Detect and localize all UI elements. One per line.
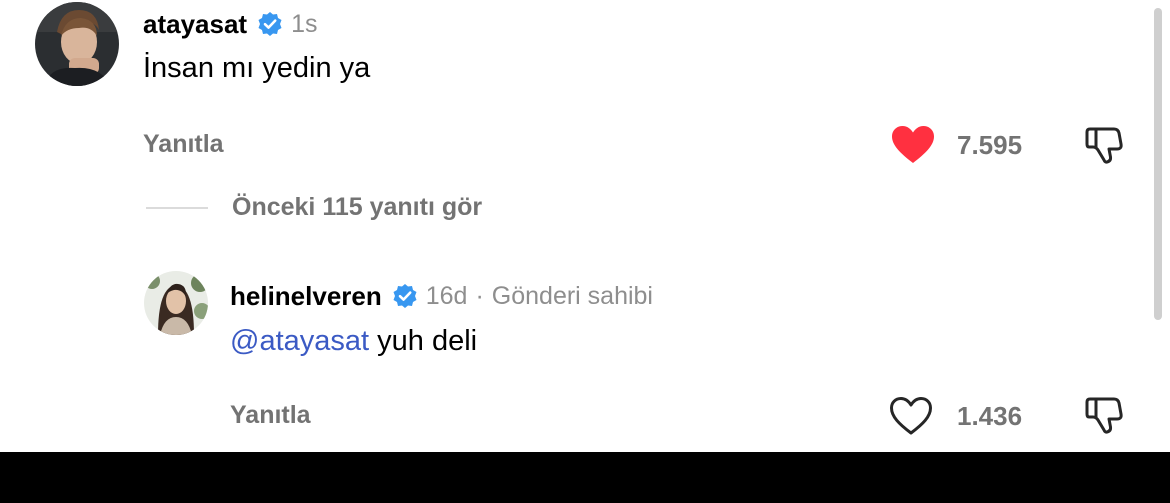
reply-button[interactable]: Yanıtla bbox=[230, 401, 311, 430]
view-previous-replies-button[interactable]: Önceki 115 yanıtı gör bbox=[232, 193, 482, 222]
reply-button[interactable]: Yanıtla bbox=[143, 130, 224, 159]
reply-text: @atayasat yuh deli bbox=[230, 325, 477, 358]
comments-panel: atayasat 1s İnsan mı yedin ya Yanıtla 7.… bbox=[0, 0, 1170, 452]
heart-filled-icon[interactable] bbox=[891, 125, 935, 165]
reply-time: 16d bbox=[425, 281, 468, 310]
comment-header: atayasat 1s bbox=[143, 6, 317, 42]
verified-badge-icon bbox=[257, 11, 283, 37]
like-count: 1.436 bbox=[957, 401, 1023, 431]
separator-dot: · bbox=[475, 281, 484, 310]
like-count: 7.595 bbox=[957, 130, 1023, 160]
mention-link[interactable]: @atayasat bbox=[230, 325, 369, 357]
avatar[interactable] bbox=[35, 2, 119, 86]
verified-badge-icon bbox=[392, 283, 418, 309]
view-previous-divider bbox=[146, 207, 208, 209]
bottom-bar bbox=[0, 452, 1170, 503]
thumbs-down-icon[interactable] bbox=[1084, 124, 1124, 166]
avatar[interactable] bbox=[144, 271, 208, 335]
thumbs-down-icon[interactable] bbox=[1084, 394, 1124, 436]
comment-time: 1s bbox=[291, 9, 318, 38]
post-owner-badge: Gönderi sahibi bbox=[491, 281, 653, 310]
username[interactable]: helinelveren bbox=[230, 281, 382, 312]
username[interactable]: atayasat bbox=[143, 9, 247, 40]
reply-header: helinelveren 16d · Gönderi sahibi bbox=[230, 278, 653, 314]
heart-outline-icon[interactable] bbox=[889, 396, 933, 436]
reply-body: yuh deli bbox=[369, 325, 478, 357]
comment-text: İnsan mı yedin ya bbox=[143, 52, 371, 84]
scrollbar[interactable] bbox=[1154, 8, 1162, 320]
